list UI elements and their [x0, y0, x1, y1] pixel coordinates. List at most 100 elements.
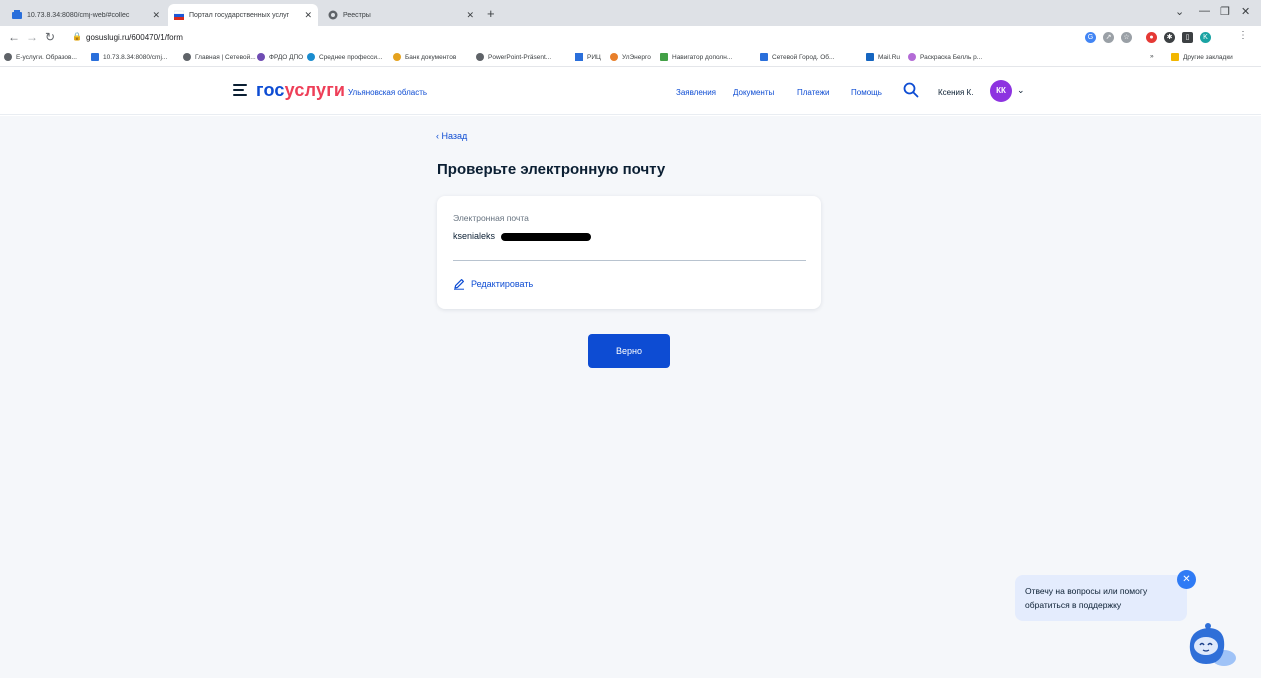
assistant-message: Отвечу на вопросы или помогу обратиться … — [1025, 586, 1148, 610]
bookmark-item[interactable]: РИЦ — [575, 53, 601, 61]
globe-icon — [328, 10, 338, 20]
bookmark-item[interactable]: ФРДО ДПО — [257, 53, 303, 61]
other-bookmarks[interactable]: Другие закладки — [1171, 53, 1233, 61]
navigator-icon — [660, 53, 668, 61]
site-header: госуслуги Ульяновская область Заявления … — [0, 67, 1261, 115]
browser-tab[interactable]: 10.73.8.34:8080/cmj-web/#collec ✕ — [6, 4, 166, 26]
forward-arrow-icon[interactable]: → — [26, 30, 38, 44]
minimize-icon[interactable]: — — [1199, 5, 1210, 17]
address-bar[interactable]: gosuslugi.ru/600470/1/form — [86, 33, 183, 42]
tab-search-chevron-icon[interactable]: ⌄ — [1175, 5, 1184, 18]
tab-title: Реестры — [343, 11, 371, 19]
assistant-bubble[interactable]: Отвечу на вопросы или помогу обратиться … — [1015, 575, 1187, 621]
nav-payments[interactable]: Платежи — [797, 88, 829, 97]
tab-close-icon[interactable]: ✕ — [304, 10, 312, 21]
bookmark-label: Банк документов — [405, 53, 457, 61]
gosuslugi-logo[interactable]: госуслуги — [256, 80, 345, 101]
bookmark-label: Сетевой Город. Об... — [772, 53, 835, 61]
edit-button[interactable]: Редактировать — [453, 278, 533, 290]
confirm-button[interactable]: Верно — [588, 334, 670, 368]
edit-label: Редактировать — [471, 279, 534, 289]
globe-icon — [4, 53, 12, 61]
bookmark-item[interactable]: Раскраска Белль р... — [908, 53, 982, 61]
coloring-icon — [908, 53, 916, 61]
bookmark-item[interactable]: Сетевой Город. Об... — [760, 53, 834, 61]
bookmark-label: Е-услуги. Образов... — [16, 53, 77, 61]
bookmark-label: УлЭнерго — [622, 53, 651, 61]
folder-icon — [1171, 53, 1179, 61]
menu-burger-icon[interactable] — [233, 84, 247, 96]
nav-applications[interactable]: Заявления — [676, 88, 716, 97]
tab-title: Портал государственных услуг — [189, 11, 290, 19]
bookmark-label: 10.73.8.34:8080/cmj... — [103, 53, 168, 61]
restore-icon[interactable]: ❐ — [1220, 5, 1230, 18]
profile-icon[interactable]: K — [1200, 32, 1211, 43]
close-window-icon[interactable]: ✕ — [1241, 5, 1250, 18]
extensions-icon[interactable]: ✱ — [1164, 32, 1175, 43]
bookmark-item[interactable]: Главная | Сетевой... — [183, 53, 256, 61]
energy-icon — [610, 53, 618, 61]
browser-tab-active[interactable]: Портал государственных услуг ✕ — [168, 4, 318, 26]
avatar[interactable]: КК — [990, 80, 1012, 102]
bookmark-item[interactable]: Среднее професси... — [307, 53, 382, 61]
chart-icon — [575, 53, 583, 61]
back-arrow-icon[interactable]: ← — [8, 30, 20, 44]
new-tab-icon[interactable]: + — [487, 6, 495, 21]
bookmark-item[interactable]: Банк документов — [393, 53, 456, 61]
user-name[interactable]: Ксения К. — [938, 88, 973, 97]
bookmarks-overflow-icon[interactable]: » — [1150, 53, 1154, 60]
email-field-value: ksenialeks — [453, 231, 496, 241]
close-icon[interactable]: ✕ — [1177, 570, 1196, 589]
robot-assistant-icon[interactable] — [1184, 620, 1240, 670]
share-icon[interactable]: ↗ — [1103, 32, 1114, 43]
bookmark-label: Раскраска Белль р... — [920, 53, 983, 61]
logo-part-1: гос — [256, 80, 285, 100]
email-card: Электронная почта ksenialeks Редактирова… — [437, 196, 821, 309]
bookmark-label: Навигатор дополн... — [672, 53, 733, 61]
bookmark-label: Другие закладки — [1183, 53, 1233, 61]
tab-title: 10.73.8.34:8080/cmj-web/#collec — [27, 11, 130, 19]
browser-tab[interactable]: Реестры ✕ — [322, 4, 480, 26]
reload-icon[interactable]: ↻ — [45, 30, 55, 44]
adblock-icon[interactable]: ● — [1146, 32, 1157, 43]
bookmark-item[interactable]: Навигатор дополн... — [660, 53, 732, 61]
bookmark-item[interactable]: PowerPoint-Präsent... — [476, 53, 551, 61]
emblem-icon — [393, 53, 401, 61]
page-title: Проверьте электронную почту — [437, 161, 666, 178]
globe-icon — [307, 53, 315, 61]
browser-toolbar: ← → ↻ 🔒 gosuslugi.ru/600470/1/form G ↗ ☆… — [0, 26, 1261, 49]
lock-icon[interactable]: 🔒 — [72, 32, 82, 41]
star-icon[interactable]: ☆ — [1121, 32, 1132, 43]
email-field-label: Электронная почта — [453, 213, 529, 223]
site-favicon-icon — [91, 53, 99, 61]
bookmark-item[interactable]: Mail.Ru — [866, 53, 900, 61]
bookmark-item[interactable]: УлЭнерго — [610, 53, 651, 61]
tab-close-icon[interactable]: ✕ — [466, 10, 474, 21]
google-translate-icon[interactable]: G — [1085, 32, 1096, 43]
globe-icon — [476, 53, 484, 61]
side-panel-icon[interactable]: ▯ — [1182, 32, 1193, 43]
bookmark-item[interactable]: Е-услуги. Образов... — [4, 53, 77, 61]
nav-documents[interactable]: Документы — [733, 88, 774, 97]
bookmark-item[interactable]: 10.73.8.34:8080/cmj... — [91, 53, 167, 61]
field-divider — [453, 260, 806, 261]
redaction-mark — [501, 233, 591, 241]
back-link[interactable]: ‹ Назад — [436, 131, 467, 141]
globe-icon — [183, 53, 191, 61]
bookmark-label: Среднее професси... — [319, 53, 383, 61]
bookmarks-bar: Е-услуги. Образов... 10.73.8.34:8080/cmj… — [0, 49, 1261, 67]
bookmark-label: Главная | Сетевой... — [195, 53, 256, 61]
region-selector[interactable]: Ульяновская область — [348, 88, 427, 97]
bookmark-label: PowerPoint-Präsent... — [488, 53, 552, 61]
browser-tabstrip: 10.73.8.34:8080/cmj-web/#collec ✕ Портал… — [0, 0, 1261, 26]
mail-icon — [866, 53, 874, 61]
search-icon[interactable] — [903, 82, 919, 98]
chevron-down-icon[interactable]: ⌄ — [1017, 85, 1025, 96]
tab-close-icon[interactable]: ✕ — [152, 10, 160, 21]
site-favicon-icon — [760, 53, 768, 61]
bookmark-label: Mail.Ru — [878, 53, 901, 61]
menu-dots-icon[interactable]: ⋮ — [1238, 30, 1248, 41]
bookmark-label: ФРДО ДПО — [269, 53, 304, 61]
nav-help[interactable]: Помощь — [851, 88, 882, 97]
bookmark-label: РИЦ — [587, 53, 601, 61]
